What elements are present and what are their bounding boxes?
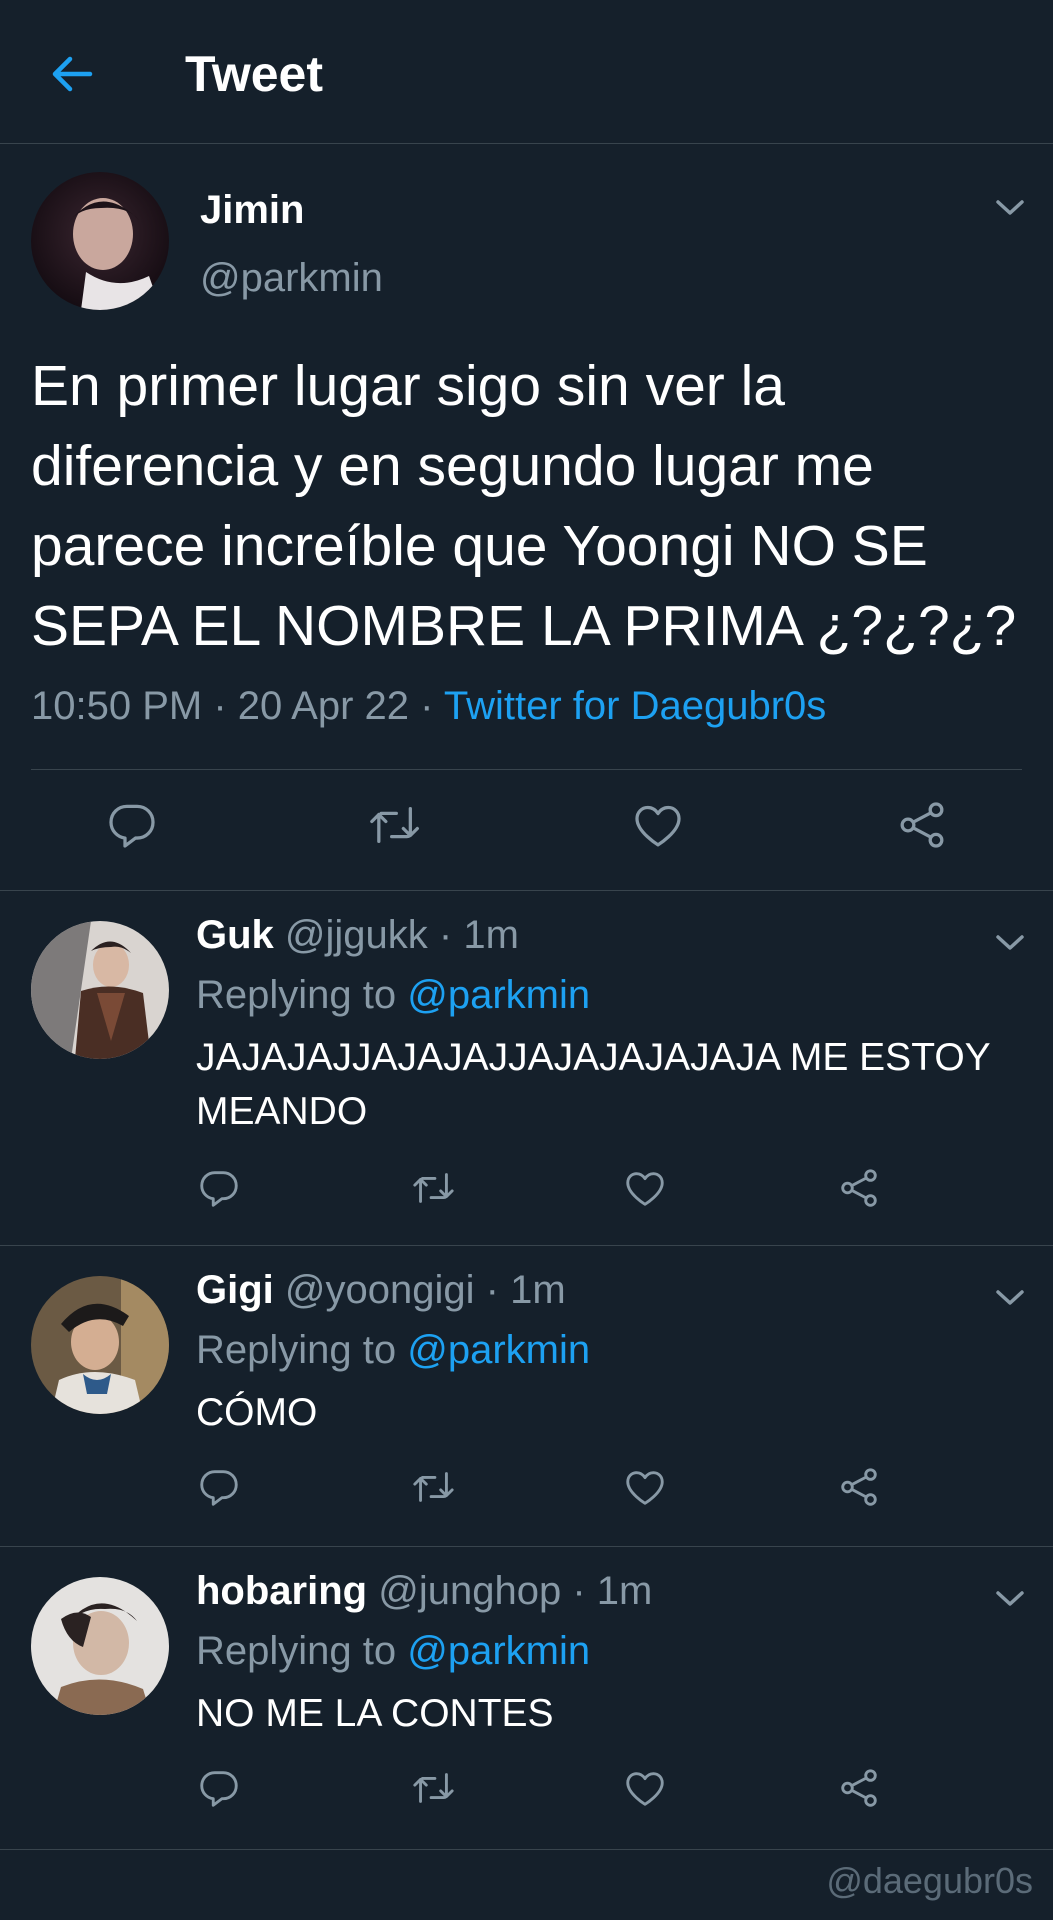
tweet-time: 1m xyxy=(463,913,519,957)
replying-to: Replying to @parkmin xyxy=(196,1328,590,1373)
page-title: Tweet xyxy=(185,46,323,102)
tweet-menu-button[interactable] xyxy=(992,1587,1028,1609)
retweet-button[interactable] xyxy=(410,1765,456,1816)
tweet-time: 10:50 PM xyxy=(31,684,203,728)
tweet-menu-button[interactable] xyxy=(992,931,1028,953)
retweet-icon xyxy=(370,807,419,843)
mention-link[interactable]: @parkmin xyxy=(407,1629,590,1673)
tweet-time: 1m xyxy=(596,1569,653,1613)
share-icon xyxy=(841,1169,877,1207)
tweet-actions xyxy=(0,1159,1053,1229)
author-name[interactable]: hobaring xyxy=(196,1569,367,1613)
tweet-text: NO ME LA CONTES xyxy=(196,1692,554,1735)
tweet-source-link[interactable]: Twitter for Daegubr0s xyxy=(444,684,826,728)
tweet-actions xyxy=(0,770,1053,890)
reply-tweet[interactable]: hobaring @junghop · 1m Replying to @park… xyxy=(0,1547,1053,1850)
retweet-icon xyxy=(413,1472,454,1502)
reply-header: Guk @jjgukk · 1m xyxy=(196,913,519,958)
retweet-icon xyxy=(413,1773,454,1803)
author-handle[interactable]: @jjgukk xyxy=(285,913,428,957)
chevron-down-icon xyxy=(996,1290,1024,1305)
reply-icon xyxy=(109,804,155,848)
chevron-down-icon xyxy=(996,935,1024,950)
reply-button[interactable] xyxy=(104,797,160,858)
like-icon xyxy=(626,1172,664,1206)
share-icon xyxy=(841,1769,877,1807)
like-icon xyxy=(635,805,681,847)
watermark: @daegubr0s xyxy=(826,1860,1033,1901)
replying-label: Replying to xyxy=(196,1629,397,1673)
tweet-actions xyxy=(0,1759,1053,1829)
reply-tweet[interactable]: Guk @jjgukk · 1m Replying to @parkmin JA… xyxy=(0,891,1053,1246)
meta-separator: · xyxy=(438,913,453,957)
retweet-button[interactable] xyxy=(366,797,422,858)
reply-tweet[interactable]: Gigi @yoongigi · 1m Replying to @parkmin… xyxy=(0,1246,1053,1547)
author-handle[interactable]: @parkmin xyxy=(200,256,383,301)
avatar[interactable] xyxy=(31,1276,169,1414)
author-handle[interactable]: @junghop xyxy=(378,1569,561,1613)
share-button[interactable] xyxy=(894,797,950,858)
share-icon xyxy=(900,802,944,848)
reply-button[interactable] xyxy=(196,1165,242,1216)
retweet-icon xyxy=(413,1173,454,1203)
author-name[interactable]: Gigi xyxy=(196,1268,274,1312)
reply-header: hobaring @junghop · 1m xyxy=(196,1569,652,1614)
tweet-text: En primer lugar sigo sin ver la diferenc… xyxy=(31,354,1017,658)
like-icon xyxy=(626,1471,664,1505)
reply-button[interactable] xyxy=(196,1765,242,1816)
like-button[interactable] xyxy=(630,797,686,858)
header-bar: Tweet xyxy=(0,0,1053,144)
tweet-date: 20 Apr 22 xyxy=(237,684,410,728)
back-button[interactable] xyxy=(44,46,100,102)
meta-separator: · xyxy=(572,1569,586,1613)
tweet-time: 1m xyxy=(510,1268,566,1312)
meta-separator: · xyxy=(485,1268,499,1312)
share-button[interactable] xyxy=(836,1165,882,1216)
chevron-down-icon xyxy=(996,1591,1024,1606)
replying-label: Replying to xyxy=(196,973,397,1017)
share-button[interactable] xyxy=(836,1464,882,1515)
avatar[interactable] xyxy=(31,1577,169,1715)
like-button[interactable] xyxy=(622,1765,668,1816)
mention-link[interactable]: @parkmin xyxy=(407,973,590,1017)
main-tweet: Jimin @parkmin En primer lugar sigo sin … xyxy=(0,144,1053,891)
share-button[interactable] xyxy=(836,1765,882,1816)
tweet-menu-button[interactable] xyxy=(992,196,1028,218)
like-button[interactable] xyxy=(622,1464,668,1515)
tweet-text: JAJAJAJJAJAJAJJAJAJAJAJAJA ME ESTOY MEAN… xyxy=(196,1036,990,1133)
back-arrow-icon xyxy=(52,56,93,92)
author-handle[interactable]: @yoongigi xyxy=(285,1268,475,1312)
avatar[interactable] xyxy=(31,172,169,310)
reply-icon xyxy=(200,1771,238,1807)
tweet-meta: 10:50 PM · 20 Apr 22 · Twitter for Daegu… xyxy=(31,684,826,729)
reply-icon xyxy=(200,1470,238,1506)
mention-link[interactable]: @parkmin xyxy=(407,1328,590,1372)
tweet-text: CÓMO xyxy=(196,1391,318,1434)
tweet-actions xyxy=(0,1458,1053,1528)
reply-icon xyxy=(200,1171,238,1207)
chevron-down-icon xyxy=(996,200,1024,215)
replying-to: Replying to @parkmin xyxy=(196,1629,590,1674)
like-icon xyxy=(626,1772,664,1806)
meta-separator: · xyxy=(213,684,238,728)
replying-label: Replying to xyxy=(196,1328,397,1372)
meta-separator: · xyxy=(420,684,444,728)
like-button[interactable] xyxy=(622,1165,668,1216)
retweet-button[interactable] xyxy=(410,1464,456,1515)
author-name[interactable]: Jimin xyxy=(200,188,304,233)
tweet-menu-button[interactable] xyxy=(992,1286,1028,1308)
replying-to: Replying to @parkmin xyxy=(196,973,590,1018)
reply-button[interactable] xyxy=(196,1464,242,1515)
reply-header: Gigi @yoongigi · 1m xyxy=(196,1268,566,1313)
avatar[interactable] xyxy=(31,921,169,1059)
retweet-button[interactable] xyxy=(410,1165,456,1216)
share-icon xyxy=(841,1468,877,1506)
author-name[interactable]: Guk xyxy=(196,913,274,957)
